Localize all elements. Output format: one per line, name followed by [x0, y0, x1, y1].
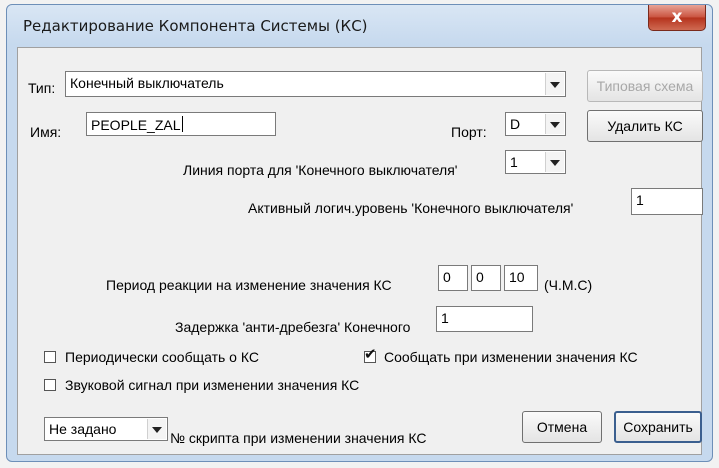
period-hours-value: 0: [443, 269, 451, 285]
active-level-label: Активный логич.уровень 'Конечного выключ…: [248, 200, 574, 216]
port-label: Порт:: [451, 124, 487, 140]
report-on-change-label: Сообщать при изменении значения КС: [384, 349, 638, 365]
period-minutes-input[interactable]: 0: [471, 265, 501, 291]
debounce-value: 1: [441, 310, 449, 326]
name-input[interactable]: PEOPLE_ZAL: [86, 112, 276, 136]
name-input-value: PEOPLE_ZAL: [91, 117, 181, 133]
title-bar[interactable]: Редактирование Компонента Системы (КС) x: [7, 5, 712, 47]
save-button[interactable]: Сохранить: [614, 411, 702, 443]
text-cursor: [181, 116, 183, 132]
active-level-input[interactable]: 1: [631, 188, 703, 215]
script-label: № скрипта при изменении значения КС: [170, 430, 427, 446]
report-on-change-checkbox[interactable]: ✔: [364, 347, 377, 363]
type-select-value: Конечный выключатель: [70, 75, 224, 91]
period-label: Период реакции на изменение значения КС: [106, 277, 392, 293]
period-minutes-value: 0: [476, 269, 484, 285]
chevron-down-icon[interactable]: [545, 73, 564, 95]
type-select[interactable]: Конечный выключатель: [65, 71, 566, 97]
delete-component-button[interactable]: Удалить КС: [587, 110, 703, 142]
check-mark-icon: ✔: [364, 346, 377, 363]
template-scheme-button[interactable]: Типовая схема: [587, 70, 703, 102]
debounce-label: Задержка 'анти-дребезга' Конечного: [175, 319, 411, 335]
chevron-down-icon[interactable]: [545, 152, 564, 172]
periodic-report-label: Периодически сообщать о КС: [65, 349, 259, 365]
script-select[interactable]: Не задано: [44, 417, 168, 441]
port-line-select-value: 1: [510, 154, 518, 170]
sound-on-change-checkbox[interactable]: [44, 379, 56, 391]
script-select-value: Не задано: [49, 421, 117, 437]
dialog-body: Тип: Конечный выключатель Типовая схема …: [17, 47, 703, 455]
periodic-report-checkbox[interactable]: [44, 351, 56, 363]
sound-on-change-label: Звуковой сигнал при изменении значения К…: [65, 377, 360, 393]
period-unit-label: (Ч.М.С): [544, 277, 593, 293]
port-select-value: D: [510, 116, 521, 132]
period-hours-input[interactable]: 0: [438, 265, 468, 291]
dialog-window: Редактирование Компонента Системы (КС) x…: [6, 4, 713, 462]
period-seconds-input[interactable]: 10: [504, 265, 538, 291]
port-select[interactable]: D: [505, 112, 566, 136]
type-label: Тип:: [28, 80, 56, 96]
active-level-value: 1: [636, 192, 644, 208]
cancel-button[interactable]: Отмена: [522, 411, 602, 443]
window-title: Редактирование Компонента Системы (КС): [23, 17, 368, 35]
period-seconds-value: 10: [509, 269, 525, 285]
chevron-down-icon[interactable]: [545, 114, 564, 134]
close-button[interactable]: x: [648, 5, 706, 31]
port-line-label: Линия порта для 'Конечного выключателя': [183, 162, 458, 178]
debounce-input[interactable]: 1: [436, 306, 533, 332]
port-line-select[interactable]: 1: [505, 150, 566, 174]
name-label: Имя:: [30, 124, 62, 140]
close-icon[interactable]: x: [649, 7, 705, 27]
chevron-down-icon[interactable]: [147, 419, 166, 439]
